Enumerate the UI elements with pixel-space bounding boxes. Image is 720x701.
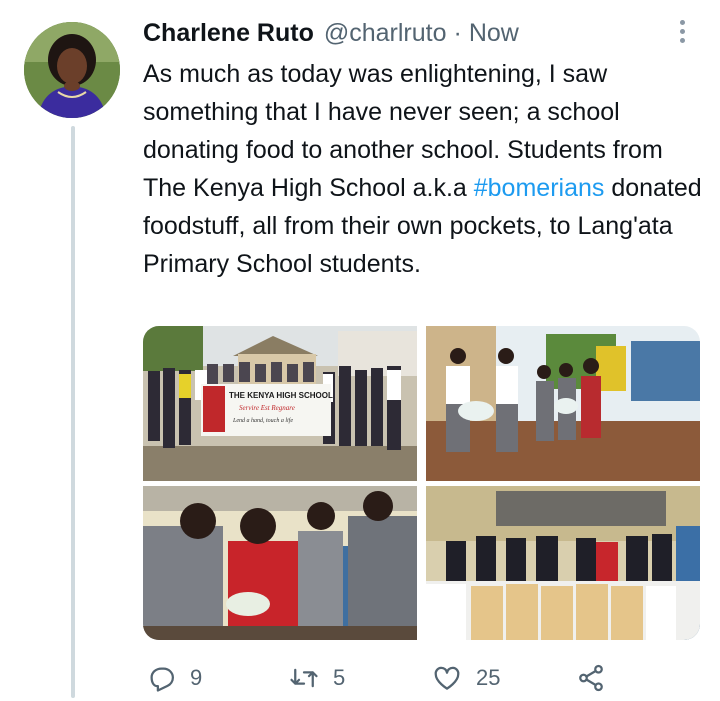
like-count: 25 [476,665,501,690]
retweet-count: 5 [333,665,346,690]
share-icon [579,664,603,692]
photo-food-table-image [426,486,700,640]
reply-button[interactable]: 9 [146,660,202,696]
tweet-timestamp[interactable]: Now [469,19,519,48]
banner-slogan: Lend a hand, touch a life [232,417,293,424]
photo-group-banner[interactable]: THE KENYA HIGH SCHOOL Servire Est Regnar… [143,326,417,481]
photo-group-banner-image: THE KENYA HIGH SCHOOL Servire Est Regnar… [143,326,417,481]
photo-handover-image [143,486,417,640]
like-button[interactable]: 25 [432,660,500,696]
banner-motto: Servire Est Regnare [239,404,295,412]
header-separator: · [453,18,462,47]
media-grid: THE KENYA HIGH SCHOOL Servire Est Regnar… [143,326,700,640]
photo-students-carrying[interactable] [426,326,700,481]
tweet-header: Charlene Ruto @charlruto · Now [143,16,519,50]
banner-title: THE KENYA HIGH SCHOOL [229,391,333,400]
reply-count: 9 [190,665,203,690]
more-icon[interactable] [676,20,688,48]
avatar-photo [24,22,120,118]
photo-students-carrying-image [426,326,700,481]
hashtag-link[interactable]: #bomerians [474,174,605,202]
thread-line [71,126,75,698]
action-bar: 9 5 25 [146,660,616,696]
photo-food-table[interactable] [426,486,700,640]
retweet-button[interactable]: 5 [289,660,345,696]
reply-icon [150,667,174,692]
retweet-icon [290,668,318,688]
author-handle[interactable]: @charlruto [324,19,447,48]
share-button[interactable] [576,660,606,696]
author-name[interactable]: Charlene Ruto [143,19,314,48]
photo-handover[interactable] [143,486,417,640]
tweet-text: As much as today was enlightening, I saw… [143,55,703,283]
avatar[interactable] [24,22,120,118]
like-icon [434,666,460,690]
